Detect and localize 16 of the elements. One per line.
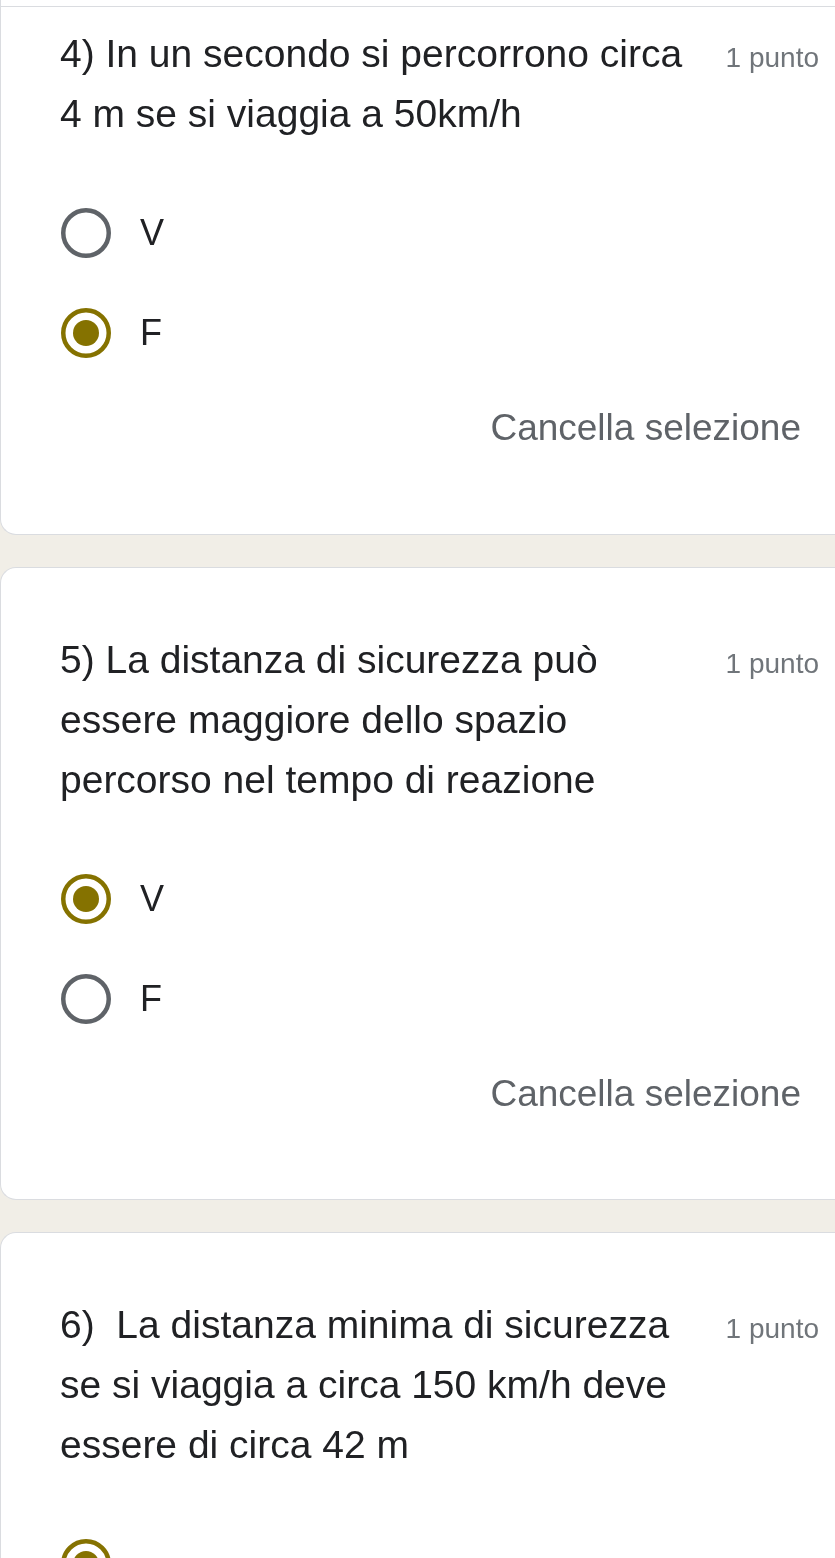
question-title: 5) La distanza di sicurezza può essere maggiore dello spazio percorso nel tempo di reazione — [60, 637, 599, 803]
radio-button[interactable] — [61, 308, 111, 358]
points-label: 1 punto — [725, 41, 819, 75]
question-title: 4) In un secondo si percorrono circa 4 m se si viaggia a 50km/h — [60, 31, 684, 137]
clear-selection-button[interactable]: Cancella selezione — [474, 398, 817, 458]
radio-button[interactable] — [61, 974, 111, 1024]
option-label[interactable]: V — [140, 211, 164, 255]
option-label[interactable]: V — [140, 877, 164, 921]
points-label: 1 punto — [725, 647, 819, 681]
radio-button[interactable] — [61, 874, 111, 924]
radio-button[interactable] — [61, 208, 111, 258]
clear-selection-button[interactable]: Cancella selezione — [474, 1064, 817, 1124]
question-title: 6) La distanza minima di sicurezza se si viaggia a circa 150 km/h deve essere di circa 42 m — [60, 1302, 671, 1468]
points-label: 1 punto — [725, 1312, 819, 1346]
option-label[interactable]: F — [140, 311, 162, 355]
option-label[interactable]: F — [140, 977, 162, 1021]
